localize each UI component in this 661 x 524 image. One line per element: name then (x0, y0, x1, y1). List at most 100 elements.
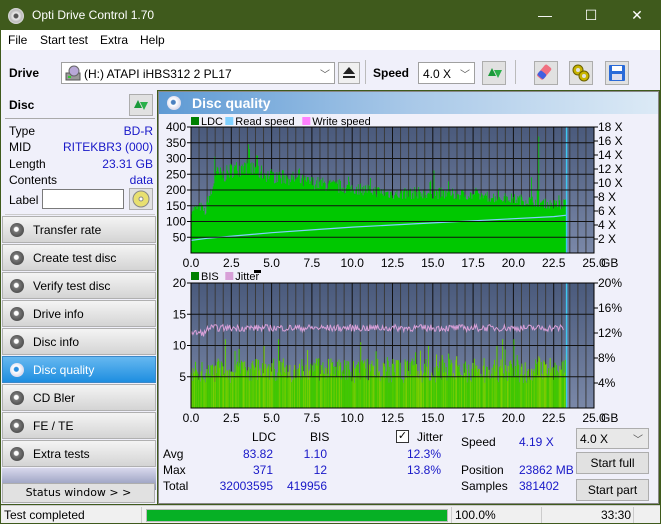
y2-tick-label: 16% (598, 301, 622, 315)
panel-header: Disc quality (159, 92, 658, 114)
y2-tick-label: 12% (598, 326, 622, 340)
erase-button[interactable] (534, 61, 558, 85)
legend-swatch (191, 117, 199, 125)
refresh-button[interactable] (482, 61, 506, 85)
x-tick-label: 22.5 (542, 411, 566, 424)
settings-button[interactable] (569, 61, 593, 85)
disc-quality-icon (167, 96, 181, 110)
maximize-button[interactable]: ☐ (568, 1, 614, 30)
speed-label: Speed (373, 66, 410, 80)
menu-help[interactable]: Help (140, 33, 165, 47)
minimize-button[interactable]: — (522, 1, 568, 30)
max-bis: 12 (313, 463, 327, 477)
menu-file[interactable]: File (8, 33, 27, 47)
speed-stat-label: Speed (461, 435, 496, 449)
progress-fill (147, 510, 447, 521)
nav-transfer-rate[interactable]: Transfer rate (2, 216, 156, 243)
disc-icon (10, 447, 24, 461)
avg-bis: 1.10 (303, 447, 327, 461)
stats-panel: LDC BIS ✓ Jitter Avg 83.82 1.10 12.3% Ma… (158, 425, 659, 505)
y-tick-label: 300 (166, 152, 186, 166)
save-button[interactable] (605, 61, 629, 85)
legend-swatch (302, 117, 311, 125)
y-tick-label: 50 (173, 230, 187, 244)
legend-swatch (191, 272, 199, 280)
samples-value: 381402 (519, 479, 560, 493)
y2-tick-label: 2 X (598, 232, 616, 246)
close-button[interactable]: ✕ (614, 1, 660, 30)
y-tick-label: 350 (166, 136, 186, 150)
avg-jitter: 12.3% (406, 447, 441, 461)
disc-icon (10, 419, 24, 433)
eject-button[interactable] (338, 62, 360, 84)
disc-icon (10, 279, 24, 293)
speed-select[interactable]: 4.0 X ﹀ (418, 62, 475, 84)
test-speed-select[interactable]: 4.0 X ﹀ (576, 428, 649, 449)
nav-verify-test-disc[interactable]: Verify test disc (2, 272, 156, 299)
x-tick-label: 7.5 (304, 411, 321, 424)
gears-icon (572, 64, 590, 82)
x-tick-label: 20.0 (502, 411, 526, 424)
disc-icon (10, 223, 24, 237)
nav-drive-info[interactable]: Drive info (2, 300, 156, 327)
nav-create-test-disc[interactable]: Create test disc (2, 244, 156, 271)
total-bis: 419956 (286, 479, 327, 493)
label-apply-button[interactable] (129, 188, 153, 210)
x-tick-label: 0.0 (183, 411, 200, 424)
title-bar: Opti Drive Control 1.70 — ☐ ✕ (1, 1, 660, 30)
y-tick-label: 250 (166, 167, 186, 181)
ldc-chart: 400 350 300250 200 150 10050 18 X16 X14 X12 X1… (166, 116, 623, 270)
y-tick-label: 15 (173, 307, 187, 321)
max-label: Max (163, 463, 186, 477)
bis-jitter-chart: 20 15 10 5 20% 16% 12% 8% 4% 0.0 2.5 5.0 7.5 10.0 12.5… (173, 270, 622, 424)
chevron-down-icon: ﹀ (460, 70, 470, 81)
status-window-button[interactable]: Status window > > (2, 483, 155, 503)
nav-fe-te[interactable]: FE / TE (2, 412, 156, 439)
disc-icon (132, 190, 150, 208)
disc-icon (10, 335, 24, 349)
disc-icon (10, 251, 24, 265)
col-bis-header: BIS (310, 430, 330, 444)
nav-extra-tests[interactable]: Extra tests (2, 440, 156, 467)
disc-icon (10, 363, 24, 377)
samples-label: Samples (461, 479, 508, 493)
chevron-down-icon: ﹀ (320, 70, 330, 81)
disc-length-value: 23.31 GB (102, 157, 153, 171)
x-tick-label: 5.0 (263, 411, 280, 424)
label-input[interactable] (42, 189, 124, 209)
elapsed-time: 33:30 (601, 508, 632, 522)
disc-length-row: Length 23.31 GB (9, 157, 153, 171)
y-tick-label: 400 (166, 120, 186, 134)
chevron-down-icon: ﹀ (633, 435, 643, 446)
start-full-button[interactable]: Start full (576, 452, 649, 474)
legend-swatch (225, 272, 234, 280)
y2-tick-label: 20% (598, 276, 622, 290)
label-caption: Label (9, 193, 39, 207)
disc-header: Disc (1, 90, 157, 118)
speed-value: 4.0 X (423, 67, 452, 81)
position-label: Position (461, 463, 504, 477)
y2-tick-label: 8 X (598, 190, 616, 204)
nav-disc-quality[interactable]: Disc quality (2, 356, 156, 383)
disc-mid-value: RITEKBR3 (000) (62, 140, 153, 154)
nav-disc-info[interactable]: Disc info (2, 328, 156, 355)
drive-value: (H:) ATAPI iHBS312 2 PL17 (84, 67, 232, 81)
disc-type-row: Type BD-R (9, 124, 153, 138)
avg-ldc: 83.82 (242, 447, 273, 461)
progress-bar (146, 509, 448, 522)
legend-label-read-speed: Read speed (235, 116, 294, 128)
jitter-checkbox[interactable]: ✓ (396, 430, 409, 443)
disc-refresh-button[interactable] (129, 94, 153, 116)
menu-extra[interactable]: Extra (100, 33, 128, 47)
drive-select[interactable]: (H:) ATAPI iHBS312 2 PL17 ﹀ (61, 62, 335, 84)
nav-cd-bler[interactable]: CD Bler (2, 384, 156, 411)
drive-icon (65, 65, 81, 81)
x-tick-label: 15.0 (421, 411, 445, 424)
menu-start-test[interactable]: Start test (40, 33, 88, 47)
disc-contents-value: data (129, 173, 153, 187)
x-tick-label: 10.0 (341, 411, 365, 424)
y-tick-label: 10 (173, 339, 187, 353)
progress-percent: 100.0% (455, 508, 496, 522)
sidebar: Disc Type BD-R MID RITEKBR3 (000) Length… (1, 90, 157, 504)
start-part-button[interactable]: Start part (576, 479, 649, 501)
